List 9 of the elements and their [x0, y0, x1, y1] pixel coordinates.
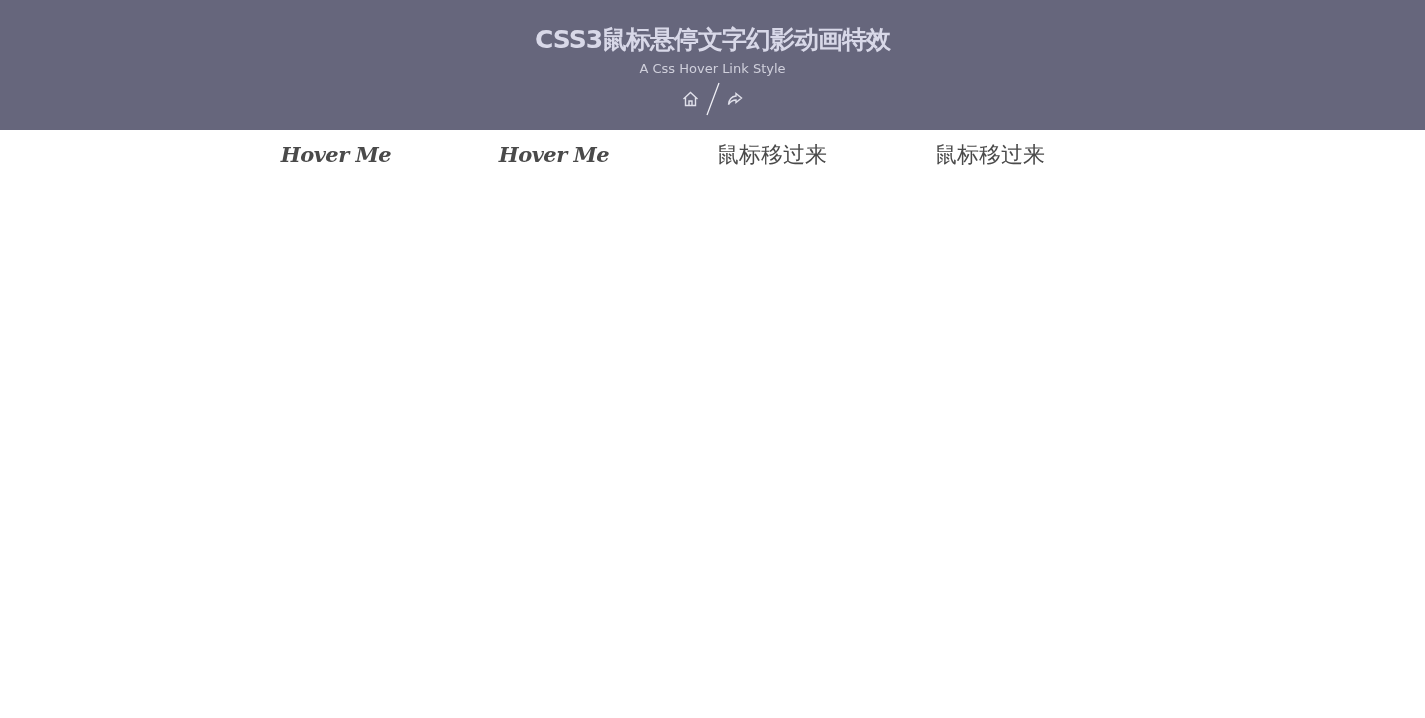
home-icon[interactable] [682, 91, 699, 107]
page-subtitle: A Css Hover Link Style [639, 60, 786, 78]
hover-link[interactable]: Hover Me [280, 138, 392, 172]
page-title: CSS3鼠标悬停文字幻影动画特效 [534, 24, 891, 56]
divider-slash [705, 82, 721, 116]
hover-link[interactable]: 鼠标移过来 [717, 138, 827, 172]
hover-link[interactable]: 鼠标移过来 [935, 138, 1045, 172]
share-arrow-icon[interactable] [727, 92, 743, 106]
hover-link[interactable]: Hover Me [498, 138, 610, 172]
